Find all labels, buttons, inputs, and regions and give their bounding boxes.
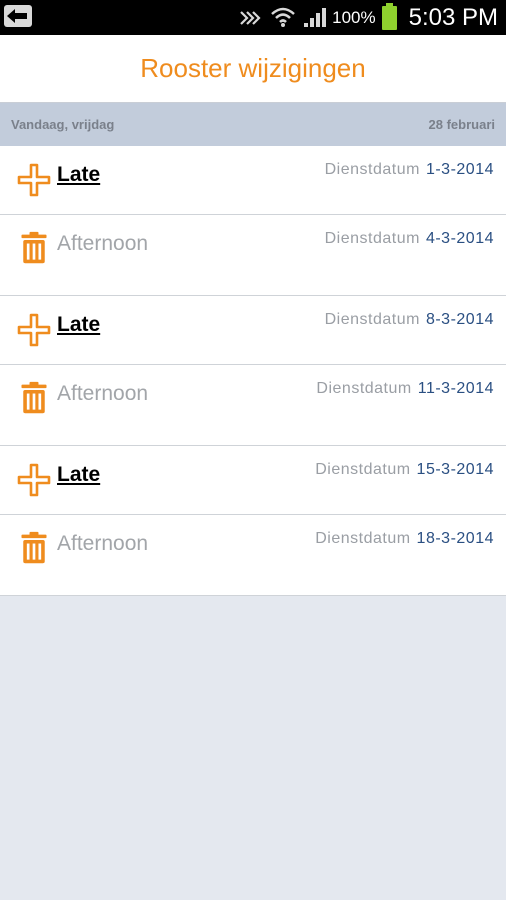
date-value: 18-3-2014 bbox=[416, 530, 494, 547]
date-label: Dienstdatum bbox=[324, 161, 420, 178]
plus-icon bbox=[17, 313, 51, 347]
wifi-icon bbox=[271, 7, 295, 27]
shift-name[interactable]: Late bbox=[57, 162, 100, 187]
shift-name[interactable]: Late bbox=[57, 312, 100, 337]
date-value: 1-3-2014 bbox=[425, 161, 494, 178]
trash-icon bbox=[21, 381, 47, 414]
shift-name: Afternoon bbox=[57, 532, 149, 555]
page-title: Rooster wijzigingen bbox=[140, 53, 366, 83]
shift-date: Dienstdatum 4-3-2014 bbox=[325, 230, 494, 248]
shift-date: Dienstdatum 18-3-2014 bbox=[315, 530, 494, 548]
signal-icon bbox=[304, 7, 327, 27]
shift-date: Dienstdatum 15-3-2014 bbox=[315, 461, 494, 479]
changes-list: Late Dienstdatum 1-3-2014 Afternoon Diens… bbox=[0, 146, 506, 596]
app-header: Rooster wijzigingen bbox=[0, 35, 506, 103]
trash-icon bbox=[21, 231, 47, 264]
plus-icon bbox=[17, 163, 51, 197]
date-label: 28 februari bbox=[428, 117, 495, 132]
trash-icon bbox=[21, 531, 47, 564]
battery-icon bbox=[381, 2, 397, 30]
list-item[interactable]: Late Dienstdatum 8-3-2014 bbox=[0, 296, 506, 365]
date-label: Dienstdatum bbox=[316, 380, 412, 397]
day-label: Vandaag, vrijdag bbox=[11, 117, 115, 132]
list-item[interactable]: Late Dienstdatum 15-3-2014 bbox=[0, 446, 506, 515]
clock: 5:03 PM bbox=[408, 3, 498, 31]
date-section-header: Vandaag, vrijdag 28 februari bbox=[0, 103, 506, 146]
back-icon[interactable] bbox=[4, 5, 32, 27]
nfc-icon bbox=[240, 10, 261, 25]
status-bar: 100% 5:03 PM bbox=[0, 0, 506, 35]
date-value: 4-3-2014 bbox=[425, 230, 494, 247]
date-value: 8-3-2014 bbox=[425, 311, 494, 328]
battery-percent: 100% bbox=[332, 7, 376, 27]
date-value: 11-3-2014 bbox=[417, 380, 494, 397]
shift-name[interactable]: Late bbox=[57, 462, 100, 487]
shift-name: Afternoon bbox=[57, 382, 149, 405]
date-value: 15-3-2014 bbox=[416, 461, 494, 478]
status-icons: 100% 5:03 PM bbox=[238, 0, 498, 35]
list-item[interactable]: Afternoon Dienstdatum 18-3-2014 bbox=[0, 515, 506, 596]
date-label: Dienstdatum bbox=[324, 230, 420, 247]
shift-name: Afternoon bbox=[57, 232, 149, 255]
date-label: Dienstdatum bbox=[324, 311, 420, 328]
shift-date: Dienstdatum 11-3-2014 bbox=[316, 380, 494, 398]
list-item[interactable]: Late Dienstdatum 1-3-2014 bbox=[0, 146, 506, 215]
date-label: Dienstdatum bbox=[315, 461, 411, 478]
list-item[interactable]: Afternoon Dienstdatum 4-3-2014 bbox=[0, 215, 506, 296]
shift-date: Dienstdatum 8-3-2014 bbox=[325, 311, 494, 329]
plus-icon bbox=[17, 463, 51, 497]
shift-date: Dienstdatum 1-3-2014 bbox=[325, 161, 494, 179]
list-item[interactable]: Afternoon Dienstdatum 11-3-2014 bbox=[0, 365, 506, 446]
date-label: Dienstdatum bbox=[315, 530, 411, 547]
